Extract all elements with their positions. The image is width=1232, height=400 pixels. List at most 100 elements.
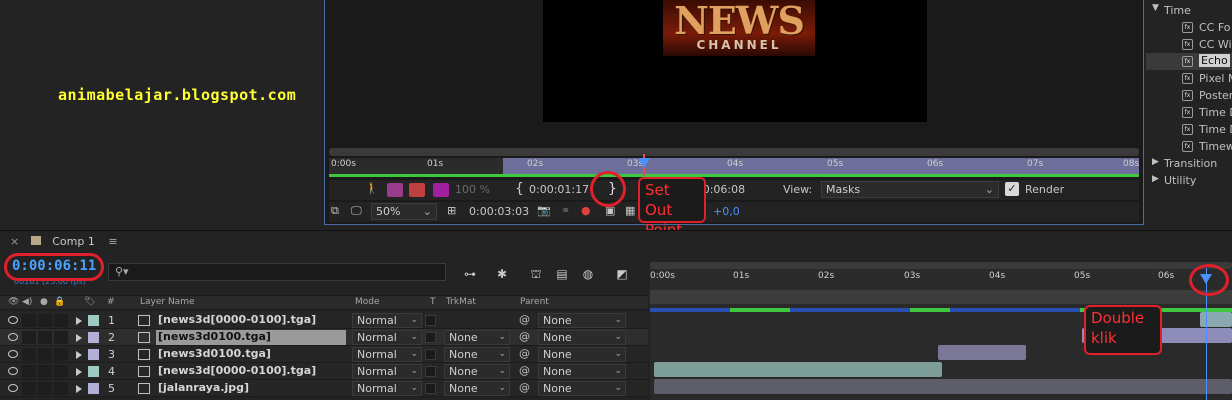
eye-icon[interactable] [8,316,18,324]
magnification-dropdown[interactable]: 50% ⌄ [371,203,437,220]
color-swatch-icon[interactable] [433,183,449,197]
render-checkbox[interactable]: ✓ [1005,182,1019,196]
table-row[interactable]: 5 [jalanraya.jpg] Normal ⌄ None ⌄ @ None ⌄ [0,380,648,397]
mode-dropdown[interactable]: Normal ⌄ [352,330,422,345]
layer-name[interactable]: [news3d0100.tga] [156,330,346,345]
show-snapshot-icon[interactable]: ⚭ [561,204,570,217]
solo-toggle[interactable] [38,314,52,327]
audio-toggle[interactable] [22,365,36,378]
preserve-transparency-checkbox[interactable] [425,349,436,360]
chevron-right-icon[interactable] [76,317,82,325]
solo-toggle[interactable] [38,365,52,378]
audio-toggle[interactable] [22,331,36,344]
zoom-percent[interactable]: 100 % [455,183,490,196]
table-row[interactable]: 4 [news3d[0000-0100].tga] Normal ⌄ None ⌄ @ Non… [0,363,648,380]
effect-item-selected[interactable]: fx Echo [1146,53,1232,70]
trkmat-dropdown[interactable]: None ⌄ [444,330,510,345]
column-layer-name[interactable]: Layer Name [140,297,195,307]
preserve-transparency-checkbox[interactable] [425,315,436,326]
layer-bar-3[interactable] [938,345,1026,360]
solo-toggle[interactable] [38,348,52,361]
effects-category-time[interactable]: ▼ Time [1146,2,1232,19]
label-color-swatch[interactable] [88,349,99,360]
effect-item[interactable]: fx Poster [1146,87,1232,104]
column-mode[interactable]: Mode [355,297,380,307]
motion-blur-icon[interactable] [409,183,425,197]
always-preview-icon[interactable]: ⧉ [331,204,339,218]
channel-icon[interactable]: ● [581,204,591,217]
trkmat-dropdown[interactable]: None ⌄ [444,364,510,379]
draft-3d-toggle-icon[interactable]: ✱ [494,267,510,281]
lock-toggle[interactable] [54,382,68,395]
label-icon[interactable]: 🏷 [84,297,95,307]
timeline-navigator[interactable] [650,262,1232,269]
layer-bar-5[interactable] [654,379,1232,394]
parent-dropdown[interactable]: None ⌄ [538,313,626,328]
frame-blending-icon[interactable]: ▤ [554,267,570,281]
eye-icon[interactable]: 👁 [8,297,19,307]
label-color-swatch[interactable] [88,332,99,343]
preserve-transparency-checkbox[interactable] [425,366,436,377]
chevron-right-icon[interactable] [76,351,82,359]
camera-icon[interactable]: 📷 [537,204,551,217]
chevron-right-icon[interactable] [76,385,82,393]
audio-toggle[interactable] [22,348,36,361]
label-color-swatch[interactable] [88,366,99,377]
effect-item[interactable]: fx Pixel M [1146,70,1232,87]
effect-item[interactable]: fx CC Fo [1146,19,1232,36]
shy-layers-icon[interactable]: ⛫ [528,267,544,281]
effects-category-utility[interactable]: ▶ Utility [1146,172,1232,189]
effect-item[interactable]: fx Time D [1146,121,1232,138]
layer-name[interactable]: [news3d[0000-0100].tga] [156,364,346,379]
lock-toggle[interactable] [54,314,68,327]
layer-name[interactable]: [news3d0100.tga] [156,347,346,362]
mode-dropdown[interactable]: Normal ⌄ [352,381,422,396]
lock-icon[interactable]: 🔒 [54,297,65,307]
viewer-work-area[interactable] [503,158,1139,174]
parent-dropdown[interactable]: None ⌄ [538,347,626,362]
eye-icon[interactable] [8,367,18,375]
audio-icon[interactable]: ◀) [22,297,32,307]
eye-icon[interactable] [8,350,18,358]
effects-category-transition[interactable]: ▶ Transition [1146,155,1232,172]
solo-icon[interactable]: ● [40,297,48,307]
mode-dropdown[interactable]: Normal ⌄ [352,364,422,379]
trkmat-dropdown[interactable]: None ⌄ [444,347,510,362]
preserve-transparency-checkbox[interactable] [425,332,436,343]
table-row[interactable]: 1 [news3d[0000-0100].tga] Normal ⌄ @ None ⌄ [0,312,648,329]
effect-item[interactable]: fx Time D [1146,104,1232,121]
timeline-search-input[interactable]: ⚲▾ [108,263,446,281]
solo-toggle[interactable] [38,331,52,344]
mode-dropdown[interactable]: Normal ⌄ [352,347,422,362]
panel-menu-icon[interactable]: ≡ [108,235,117,248]
set-in-point-icon[interactable]: { [515,181,524,197]
solo-toggle[interactable] [38,382,52,395]
parent-dropdown[interactable]: None ⌄ [538,381,626,396]
audio-toggle[interactable] [22,382,36,395]
audio-toggle[interactable] [22,314,36,327]
effect-item[interactable]: fx CC Wi [1146,36,1232,53]
eye-icon[interactable] [8,384,18,392]
chevron-right-icon[interactable] [76,368,82,376]
work-area-bar[interactable] [650,290,1232,304]
label-color-swatch[interactable] [88,315,99,326]
draft-3d-icon[interactable] [387,183,403,197]
exposure-value[interactable]: +0,0 [713,205,740,218]
chevron-right-icon[interactable] [76,334,82,342]
viewer-playhead-handle[interactable] [638,158,650,168]
table-row[interactable]: 2 [news3d0100.tga] Normal ⌄ None ⌄ @ None ⌄ [0,329,648,346]
pickwhip-icon[interactable]: @ [519,364,530,377]
layer-name[interactable]: [news3d[0000-0100].tga] [156,313,346,328]
pickwhip-icon[interactable]: @ [519,347,530,360]
timeline-ruler[interactable]: 0:00s 01s 02s 03s 04s 05s 06s [650,270,1232,286]
composition-flowchart-icon[interactable]: ⊶ [462,267,478,281]
lock-toggle[interactable] [54,348,68,361]
preserve-transparency-checkbox[interactable] [425,383,436,394]
lock-toggle[interactable] [54,331,68,344]
parent-dropdown[interactable]: None ⌄ [538,330,626,345]
layer-bar-1[interactable] [1200,312,1232,327]
in-time-value[interactable]: 0:00:01:17 [529,183,589,196]
table-row[interactable]: 3 [news3d0100.tga] Normal ⌄ None ⌄ @ None ⌄ [0,346,648,363]
effect-item[interactable]: fx Timew [1146,138,1232,155]
current-time-value[interactable]: 0:00:03:03 [469,205,529,218]
